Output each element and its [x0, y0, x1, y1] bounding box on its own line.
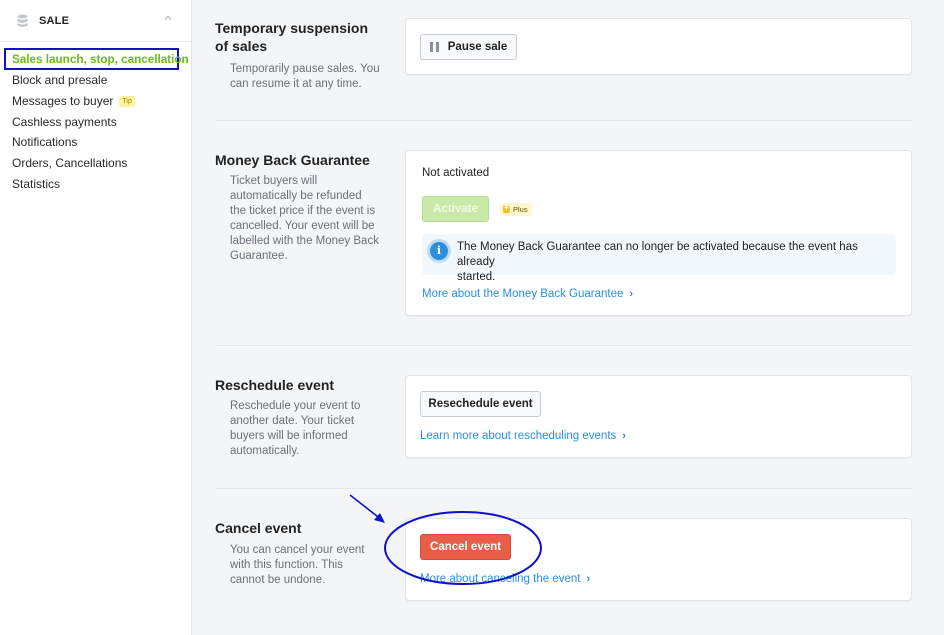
main-content: Temporary suspension of sales Temporaril… [192, 0, 944, 635]
button-label: Pause sale [447, 41, 508, 53]
reschedule-event-button[interactable]: Resechedule event [420, 391, 541, 417]
info-line: The Money Back Guarantee can no longer b… [457, 241, 858, 268]
sidebar-item-label: Block and presale [12, 73, 108, 88]
sidebar-item-label: Statistics [12, 176, 61, 191]
link-label: More about canceling the event [420, 573, 581, 585]
chevron-right-icon: › [629, 288, 634, 300]
activate-button[interactable]: Activate [422, 196, 489, 222]
section-divider [215, 120, 912, 121]
pause-section-description: Temporarily pause sales. You can resume … [230, 62, 380, 92]
reschedule-section-description: Reschedule your event to another date. Y… [230, 399, 360, 459]
cancel-more-link[interactable]: More about canceling the event › [420, 573, 590, 585]
desc-line: Ticket buyers will [230, 175, 318, 187]
sidebar-item-notifications[interactable]: Notifications [0, 132, 191, 153]
pause-section-title: Temporary suspension of sales [215, 19, 368, 55]
sidebar-nav: Sales launch, stop, cancellation Block a… [0, 42, 191, 194]
mbg-card: Not activated Activate Plus i The Money … [405, 150, 912, 316]
chevron-up-icon[interactable] [163, 13, 173, 23]
cancel-event-button[interactable]: Cancel event [420, 534, 511, 560]
desc-line: Guarantee. [230, 250, 288, 262]
pause-icon [429, 42, 439, 52]
section-divider [215, 345, 912, 346]
sidebar-item-sales-launch[interactable]: Sales launch, stop, cancellation [4, 48, 189, 70]
section-divider [215, 488, 912, 489]
link-label: Learn more about rescheduling events [420, 430, 617, 442]
cancel-section-title: Cancel event [215, 520, 302, 536]
plus-icon [503, 203, 510, 213]
desc-line: another date. Your ticket [230, 415, 355, 427]
desc-line: the ticket price if the event is [230, 205, 376, 217]
desc-line: automatically be refunded [230, 190, 362, 202]
sidebar-item-label: Messages to buyer [12, 94, 114, 109]
reschedule-card: Resechedule event Learn more about resch… [405, 375, 912, 458]
desc-line: labelled with the Money Back [230, 235, 379, 247]
sidebar-section-title: SALE [39, 14, 70, 27]
cancel-section-description: You can cancel your event with this func… [230, 543, 364, 588]
sidebar: SALE Sales launch, stop, cancellation Bl… [0, 0, 192, 635]
desc-line: Temporarily pause sales. You [230, 63, 380, 75]
info-icon: i [430, 242, 448, 260]
desc-line: You can cancel your event [230, 544, 365, 556]
title-line: of sales [215, 38, 268, 54]
reschedule-learn-more-link[interactable]: Learn more about rescheduling events › [420, 430, 626, 442]
cancel-card: Cancel event More about canceling the ev… [405, 518, 912, 601]
sidebar-item-label: Notifications [12, 135, 78, 150]
chevron-right-icon: › [622, 430, 626, 442]
mbg-more-link[interactable]: More about the Money Back Guarantee › [422, 288, 633, 300]
desc-line: with this function. This [230, 559, 343, 571]
desc-line: automatically. [230, 445, 300, 457]
sidebar-item-statistics[interactable]: Statistics [0, 173, 191, 194]
sidebar-item-messages-to-buyer[interactable]: Messages to buyer Tip [0, 91, 191, 112]
sidebar-item-cashless-payments[interactable]: Cashless payments [0, 111, 191, 132]
desc-line: Reschedule your event to [230, 400, 361, 412]
sidebar-item-label: Sales launch, stop, cancellation [12, 52, 189, 66]
link-label: More about the Money Back Guarantee [422, 288, 624, 300]
desc-line: buyers will be informed [230, 430, 348, 442]
info-line: started. [457, 271, 496, 283]
sidebar-item-orders-cancellations[interactable]: Orders, Cancellations [0, 153, 191, 174]
desc-line: cancelled. Your event will be [230, 220, 375, 232]
pause-card: Pause sale [405, 18, 912, 75]
plus-badge: Plus [500, 203, 532, 216]
sidebar-item-label: Orders, Cancellations [12, 156, 128, 171]
mbg-section-description: Ticket buyers will automatically be refu… [230, 174, 379, 264]
sidebar-section-header[interactable]: SALE [0, 0, 191, 42]
desc-line: can resume it at any time. [230, 78, 362, 90]
plus-badge-label: Plus [513, 205, 528, 214]
title-line: Temporary suspension [215, 20, 369, 36]
pause-sale-button[interactable]: Pause sale [420, 34, 517, 60]
reschedule-section-title: Reschedule event [215, 377, 335, 393]
mbg-status: Not activated [422, 167, 490, 179]
chevron-right-icon: › [586, 573, 591, 585]
mbg-section-title: Money Back Guarantee [215, 152, 370, 168]
mbg-info-box: i The Money Back Guarantee can no longer… [422, 234, 896, 283]
tip-badge: Tip [119, 95, 135, 107]
sidebar-item-block-presale[interactable]: Block and presale [0, 70, 191, 91]
mbg-info-text: The Money Back Guarantee can no longer b… [457, 240, 896, 285]
database-icon [17, 14, 28, 27]
desc-line: cannot be undone. [230, 574, 326, 586]
sidebar-item-label: Cashless payments [12, 114, 117, 129]
